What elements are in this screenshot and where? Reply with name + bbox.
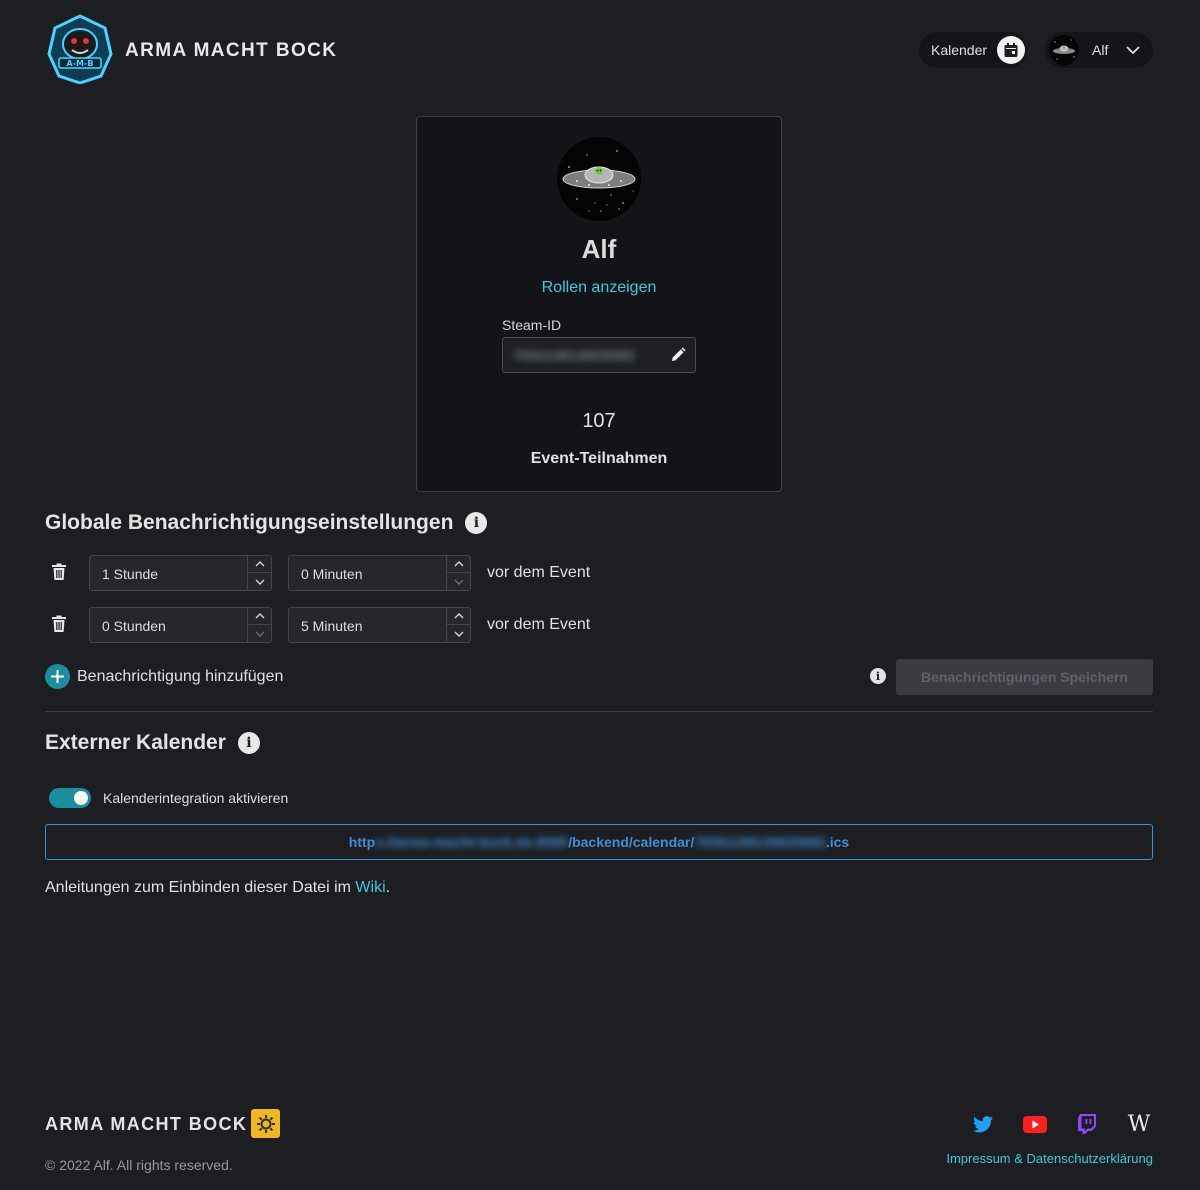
svg-text:A-M-B: A-M-B [67,59,94,68]
profile-avatar [557,137,641,221]
twitter-icon[interactable] [967,1108,999,1140]
stepper-arrows [247,608,271,642]
notifications-heading: Globale Benachrichtigungseinstellungen i [45,511,488,535]
steam-id-label: Steam-ID [502,317,562,333]
user-menu[interactable]: Alf [1045,32,1153,68]
minutes-value: 0 Minuten [301,566,363,582]
section-divider [45,711,1153,712]
hours-value: 0 Stunden [102,618,166,634]
minutes-value: 5 Minuten [301,618,363,634]
url-host: s://arma-macht-bock.de:8080 [375,834,569,850]
notification-suffix: vor dem Event [487,616,591,633]
chevron-down-icon [1125,42,1141,63]
minutes-stepper[interactable]: 5 Minuten [288,607,471,643]
twitch-icon[interactable] [1071,1108,1103,1140]
youtube-icon[interactable] [1019,1108,1051,1140]
sun-icon[interactable] [251,1109,280,1138]
hours-value: 1 Stunde [102,566,159,582]
save-notifications-button[interactable]: Benachrichtigungen Speichern [896,659,1153,695]
wikipedia-icon[interactable]: W [1123,1108,1155,1140]
notification-row: 1 Stunde 0 Minuten vor dem Event [45,555,645,591]
event-count: 107 [582,410,616,432]
notification-suffix: vor dem Event [487,564,591,581]
event-count-label: Event-Teilnahmen [530,450,668,467]
hours-stepper[interactable]: 0 Stunden [89,607,272,643]
hours-stepper[interactable]: 1 Stunde [89,555,272,591]
copyright: © 2022 Alf. All rights reserved. [45,1157,233,1173]
info-icon[interactable]: i [237,732,260,754]
toggle-knob [74,791,88,805]
profile-name: Alf [581,234,617,264]
steam-id-value: 76561198136635682 [513,348,635,363]
chevron-up-icon[interactable] [447,608,470,625]
chevron-up-icon[interactable] [447,556,470,573]
calendar-url-field[interactable]: http s://arma-macht-bock.de:8080/backend/… [45,824,1153,860]
url-prefix: http [348,834,376,850]
pencil-icon[interactable] [669,346,687,369]
info-icon[interactable]: i [465,512,488,534]
calendar-integration-label: Kalenderintegration aktivieren [103,790,289,806]
app-header: A-M-B ARMA MACHT BOCK Kalender Alf [0,0,1200,100]
imprint-link[interactable]: Impressum & Datenschutzerklärung [946,1151,1153,1166]
stepper-arrows [446,556,470,590]
wiki-instructions: Anleitungen zum Einbinden dieser Datei i… [45,879,390,897]
url-id: 76561198136635682 [694,834,826,850]
notifications-title: Globale Benachrichtigungseinstellungen [45,511,454,534]
chevron-up-icon[interactable] [248,556,271,573]
calendar-integration-toggle[interactable] [49,788,91,808]
steam-id-field[interactable]: 76561198136635682 [502,337,696,373]
notification-row: 0 Stunden 5 Minuten vor dem Event [45,607,645,643]
external-calendar-heading: Externer Kalender i [45,731,260,755]
add-notification-button[interactable]: Benachrichtigung hinzufügen [45,664,283,689]
profile-card: Alf Rollen anzeigen Steam-ID 76561198136… [416,116,782,492]
wiki-link[interactable]: Wiki [355,879,385,896]
footer-brand: ARMA MACHT BOCK [45,1114,248,1134]
chevron-down-icon[interactable] [447,625,470,642]
plus-icon [45,664,70,689]
chevron-down-icon[interactable] [447,573,470,590]
calendar-icon [997,36,1025,64]
user-name: Alf [1092,42,1109,58]
stepper-arrows [247,556,271,590]
calendar-integration-toggle-row: Kalenderintegration aktivieren [49,788,288,808]
calendar-button[interactable]: Kalender [919,32,1027,68]
calendar-label: Kalender [931,42,988,58]
wiki-text: Anleitungen zum Einbinden dieser Datei i… [45,879,356,896]
trash-icon[interactable] [51,563,67,586]
url-suffix: .ics [825,834,850,850]
brand-name[interactable]: ARMA MACHT BOCK [125,40,337,62]
info-icon[interactable]: i [870,668,886,684]
trash-icon[interactable] [51,615,67,638]
external-calendar-title: Externer Kalender [45,731,226,754]
add-notification-label: Benachrichtigung hinzufügen [77,667,284,685]
user-avatar [1049,35,1079,65]
stepper-arrows [446,608,470,642]
chevron-down-icon[interactable] [248,573,271,590]
chevron-up-icon[interactable] [248,608,271,625]
wiki-end: . [385,879,391,896]
url-path: /backend/calendar/ [568,834,695,850]
chevron-down-icon[interactable] [248,625,271,642]
gorilla-logo[interactable]: A-M-B [45,14,115,85]
minutes-stepper[interactable]: 0 Minuten [288,555,471,591]
show-roles-link[interactable]: Rollen anzeigen [417,279,781,297]
